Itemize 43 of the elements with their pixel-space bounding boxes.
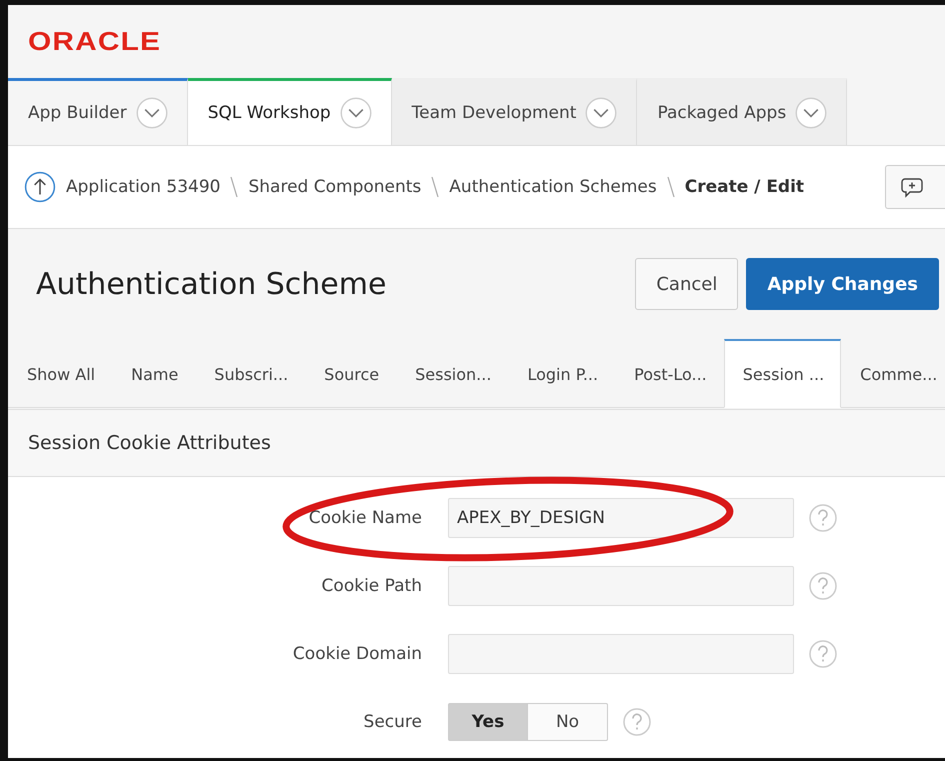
- region-tab[interactable]: Show All: [8, 339, 112, 408]
- oracle-logo: ORACLE: [28, 26, 162, 57]
- nav-tab[interactable]: Team Development: [392, 78, 638, 145]
- region-tab[interactable]: Name: [112, 339, 196, 408]
- field-label: Cookie Path: [320, 576, 423, 596]
- region-tab[interactable]: Session ...: [724, 339, 842, 408]
- cancel-button[interactable]: Cancel: [635, 258, 738, 310]
- nav-tab[interactable]: App Builder: [8, 78, 188, 145]
- nav-tab[interactable]: SQL Workshop: [188, 78, 392, 145]
- nav-tab[interactable]: Packaged Apps: [637, 78, 848, 145]
- chevron-down-icon[interactable]: [584, 96, 618, 130]
- feedback-button[interactable]: [885, 165, 945, 209]
- region-tab[interactable]: Session...: [396, 339, 508, 408]
- region-tab[interactable]: Source: [305, 339, 396, 408]
- help-icon[interactable]: [622, 707, 652, 737]
- help-icon[interactable]: [808, 639, 838, 669]
- chevron-down-icon[interactable]: [134, 96, 169, 130]
- breadcrumb-separator-icon: [431, 176, 440, 198]
- region-tab[interactable]: Login P...: [508, 339, 616, 408]
- breadcrumb-link[interactable]: Shared Components: [248, 177, 422, 197]
- apply-changes-button[interactable]: Apply Changes: [746, 258, 939, 310]
- field-label: Secure: [362, 712, 423, 732]
- region-tab[interactable]: Post-Lo...: [615, 339, 724, 408]
- text-field[interactable]: APEX_BY_DESIGN: [448, 498, 794, 538]
- toggle-option[interactable]: Yes: [448, 703, 528, 741]
- region-tab[interactable]: Subscri...: [195, 339, 306, 408]
- breadcrumb-separator-icon: [666, 176, 675, 198]
- page-title: Authentication Scheme: [36, 266, 388, 302]
- breadcrumb-link[interactable]: Authentication Schemes: [449, 177, 657, 197]
- text-field[interactable]: [448, 566, 794, 606]
- breadcrumb-link[interactable]: Create / Edit: [684, 177, 804, 197]
- toggle-option[interactable]: No: [528, 703, 608, 741]
- help-icon[interactable]: [808, 571, 838, 601]
- field-label: Cookie Name: [308, 508, 423, 528]
- text-field[interactable]: [448, 634, 794, 674]
- breadcrumb-link[interactable]: Application 53490: [66, 177, 220, 197]
- field-label: Cookie Domain: [292, 644, 423, 664]
- chevron-down-icon[interactable]: [338, 96, 373, 130]
- help-icon[interactable]: [808, 503, 838, 533]
- region-tab[interactable]: Comme...: [841, 339, 945, 408]
- section-header: Session Cookie Attributes: [8, 410, 945, 477]
- breadcrumb-separator-icon: [230, 176, 238, 198]
- chevron-down-icon[interactable]: [794, 96, 828, 130]
